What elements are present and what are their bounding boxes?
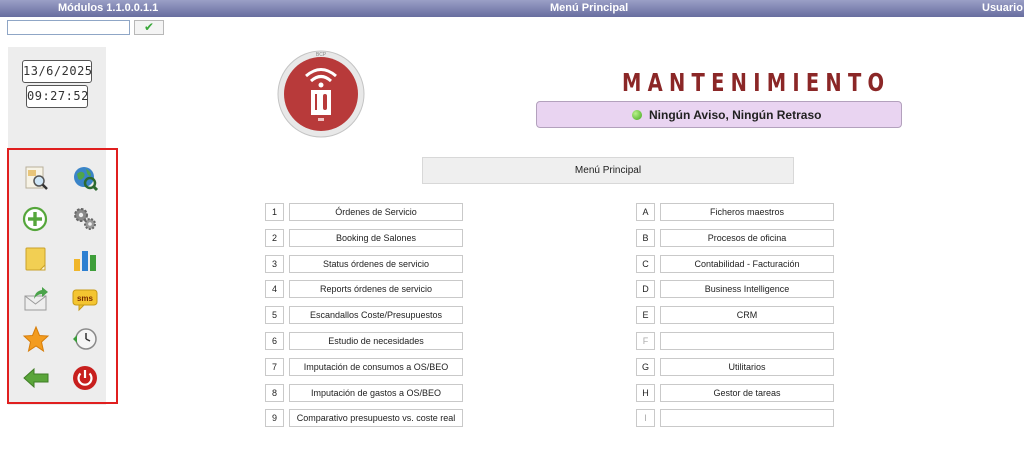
quick-access-input[interactable] — [7, 20, 130, 35]
check-icon: ✔ — [143, 20, 155, 34]
menu-key-h[interactable]: H — [636, 383, 655, 402]
menu-option-5[interactable]: Escandallos Coste/Presupuestos — [289, 306, 463, 325]
svg-text:sms: sms — [77, 294, 94, 303]
window-title: Menú Principal — [550, 2, 629, 14]
menu-key-a[interactable]: A — [636, 203, 655, 221]
menu-key-2[interactable]: 2 — [265, 228, 284, 247]
shortcut-icons-panel: sms — [7, 148, 118, 404]
menu-key-4[interactable]: 4 — [265, 280, 284, 299]
menu-key-3[interactable]: 3 — [265, 254, 284, 273]
menu-option-c[interactable]: Contabilidad - Facturación — [660, 254, 834, 273]
menu-key-c[interactable]: C — [636, 254, 655, 273]
title-bar: Módulos 1.1.0.0.1.1 Menú Principal Usuar… — [0, 0, 1024, 17]
menu-key-g[interactable]: G — [636, 357, 655, 376]
menu-key-8[interactable]: 8 — [265, 383, 284, 402]
menu-option-d[interactable]: Business Intelligence — [660, 280, 834, 299]
menu-option-i[interactable] — [660, 409, 834, 428]
menu-key-6[interactable]: 6 — [265, 332, 284, 350]
menu-title: Menú Principal — [422, 157, 794, 184]
search-document-icon[interactable] — [22, 164, 50, 192]
status-indicator-icon — [632, 110, 642, 120]
star-icon[interactable] — [22, 325, 50, 353]
quick-access: ✔ — [7, 20, 165, 35]
clock-panel: 13/6/2025 09:27:52 — [8, 47, 106, 147]
menu-option-6[interactable]: Estudio de necesidades — [289, 332, 463, 350]
quick-access-ok-button[interactable]: ✔ — [134, 20, 164, 35]
menu-option-e[interactable]: CRM — [660, 306, 834, 325]
user-label: Usuario: — [982, 2, 1024, 14]
menu-key-5[interactable]: 5 — [265, 306, 284, 325]
gears-icon[interactable] — [71, 205, 99, 233]
notes-icon[interactable] — [22, 245, 50, 273]
menu-option-8[interactable]: Imputación de gastos a OS/BEO — [289, 383, 463, 402]
modules-version: Módulos 1.1.0.0.1.1 — [58, 2, 159, 14]
menu-key-9[interactable]: 9 — [265, 409, 284, 428]
status-text: Ningún Aviso, Ningún Retraso — [649, 108, 822, 122]
menu-option-1[interactable]: Órdenes de Servicio — [289, 203, 463, 221]
menu-option-7[interactable]: Imputación de consumos a OS/BEO — [289, 357, 463, 376]
mode-title: MANTENIMIENTO — [622, 68, 891, 97]
menu-key-1[interactable]: 1 — [265, 203, 284, 221]
back-arrow-icon[interactable] — [22, 364, 50, 392]
menu-key-i[interactable]: I — [636, 409, 655, 428]
time-display: 09:27:52 — [26, 85, 88, 108]
clock-history-icon[interactable] — [71, 325, 99, 353]
logo-top-text: BCP — [316, 52, 327, 58]
status-banner: Ningún Aviso, Ningún Retraso — [536, 101, 902, 128]
menu-key-d[interactable]: D — [636, 280, 655, 299]
date-display: 13/6/2025 — [22, 60, 92, 83]
sms-icon[interactable]: sms — [71, 285, 99, 313]
menu-key-f[interactable]: F — [636, 332, 655, 350]
menu-key-7[interactable]: 7 — [265, 357, 284, 376]
menu-option-2[interactable]: Booking de Salones — [289, 228, 463, 247]
menu-option-3[interactable]: Status órdenes de servicio — [289, 254, 463, 273]
wifi-restaurant-logo: BCP — [276, 49, 366, 139]
menu-key-b[interactable]: B — [636, 228, 655, 247]
add-icon[interactable] — [21, 205, 49, 233]
globe-search-icon[interactable] — [71, 164, 99, 192]
mail-send-icon[interactable] — [22, 285, 50, 313]
menu-key-e[interactable]: E — [636, 306, 655, 325]
menu-option-9[interactable]: Comparativo presupuesto vs. coste real — [289, 409, 463, 428]
bar-chart-icon[interactable] — [71, 245, 99, 273]
power-icon[interactable] — [71, 364, 99, 392]
menu-option-f[interactable] — [660, 332, 834, 350]
menu-option-h[interactable]: Gestor de tareas — [660, 383, 834, 402]
menu-option-a[interactable]: Ficheros maestros — [660, 203, 834, 221]
menu-option-g[interactable]: Utilitarios — [660, 357, 834, 376]
menu-option-4[interactable]: Reports órdenes de servicio — [289, 280, 463, 299]
menu-option-b[interactable]: Procesos de oficina — [660, 228, 834, 247]
